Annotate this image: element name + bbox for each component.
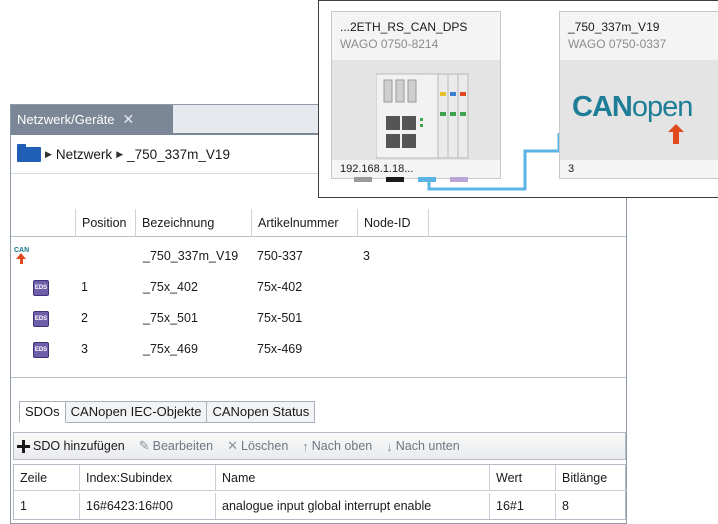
pencil-icon: ✎ xyxy=(138,438,150,453)
cell-position: 3 xyxy=(81,342,88,356)
node-id-label: 3 xyxy=(560,160,718,178)
eds-icon: EDS xyxy=(33,280,49,296)
eds-icon: EDS xyxy=(33,342,49,358)
table-row[interactable]: CAN _750_337m_V19 750-337 3 xyxy=(11,241,626,272)
move-down-button[interactable]: ↓ Nach unten xyxy=(386,439,459,454)
column-header-name[interactable]: Name xyxy=(216,465,490,491)
move-down-label: Nach unten xyxy=(395,439,460,453)
cell-node-id: 3 xyxy=(363,249,370,263)
column-header-index-subindex[interactable]: Index:Subindex xyxy=(80,465,216,491)
cell-artikelnummer: 750-337 xyxy=(257,249,303,263)
add-sdo-button[interactable]: SDO hinzufügen xyxy=(17,439,125,453)
node-header: _750_337m_V19 WAGO 0750-0337 xyxy=(560,12,718,60)
cell-zeile[interactable]: 1 xyxy=(14,493,80,519)
tab-title: Netzwerk/Geräte xyxy=(17,112,115,127)
network-view: ...2ETH_RS_CAN_DPS WAGO 0750-8214 192.16… xyxy=(318,0,718,198)
delete-button[interactable]: ✕ Löschen xyxy=(227,438,288,454)
cell-bezeichnung: _75x_501 xyxy=(143,311,198,325)
logo-open: open xyxy=(631,91,694,123)
delete-icon: ✕ xyxy=(227,438,239,453)
column-header-artikelnummer[interactable]: Artikelnummer xyxy=(251,209,355,237)
table-row[interactable]: EDS 2 _75x_501 75x-501 xyxy=(11,303,626,334)
detail-tabs: SDOs CANopen IEC-Objekte CANopen Status xyxy=(19,401,316,423)
node-name: _750_337m_V19 xyxy=(568,20,660,34)
breadcrumb-current[interactable]: _750_337m_V19 xyxy=(127,147,230,162)
canopen-logo: CANopen xyxy=(572,91,694,123)
move-up-button[interactable]: ↑ Nach oben xyxy=(302,439,372,454)
chevron-right-icon: ▶ xyxy=(45,148,52,159)
column-header-bitlaenge[interactable]: Bitlänge xyxy=(556,465,627,491)
table-row[interactable]: EDS 3 _75x_469 75x-469 xyxy=(11,334,626,365)
network-node-canopen[interactable]: _750_337m_V19 WAGO 0750-0337 CANopen 3 xyxy=(559,11,718,179)
port-indicators xyxy=(354,177,468,182)
sdo-table: Zeile Index:Subindex Name Wert Bitlänge … xyxy=(13,464,627,520)
cell-artikelnummer: 75x-402 xyxy=(257,280,303,294)
divider xyxy=(11,377,626,378)
chevron-right-icon: ▶ xyxy=(116,148,124,159)
cell-bezeichnung: _75x_402 xyxy=(143,280,198,294)
edit-label: Bearbeiten xyxy=(152,439,214,453)
device-table-header: Position Bezeichnung Artikelnummer Node-… xyxy=(11,209,626,237)
cell-wert[interactable]: 16#1 xyxy=(490,493,556,519)
node-model: WAGO 0750-8214 xyxy=(340,37,439,51)
cell-bezeichnung: _75x_469 xyxy=(143,342,198,356)
breadcrumb-root[interactable]: Netzwerk xyxy=(56,147,112,162)
cell-artikelnummer: 75x-501 xyxy=(257,311,303,325)
canopen-device-icon: CAN xyxy=(13,247,33,269)
cell-position: 2 xyxy=(81,311,88,325)
node-ip: 192.168.1.18... xyxy=(332,160,500,178)
cell-position: 1 xyxy=(81,280,88,294)
node-header: ...2ETH_RS_CAN_DPS WAGO 0750-8214 xyxy=(332,12,500,60)
cell-index-subindex[interactable]: 16#6423:16#00 xyxy=(80,493,216,519)
column-header-position[interactable]: Position xyxy=(75,209,133,237)
table-row[interactable]: EDS 1 _75x_402 75x-402 xyxy=(11,272,626,303)
column-header-node-id[interactable]: Node-ID xyxy=(357,209,429,237)
add-sdo-label: SDO hinzufügen xyxy=(33,439,125,453)
logo-can: CAN xyxy=(572,91,633,123)
sdo-toolbar: SDO hinzufügen ✎ Bearbeiten ✕ Löschen ↑ … xyxy=(13,432,626,460)
cell-bitlaenge[interactable]: 8 xyxy=(556,493,627,519)
delete-label: Löschen xyxy=(241,439,289,453)
cell-artikelnummer: 75x-469 xyxy=(257,342,303,356)
cell-name[interactable]: analogue input global interrupt enable xyxy=(216,493,490,519)
breadcrumb: ▶ Netzwerk ▶ _750_337m_V19 xyxy=(17,143,230,165)
column-header-bezeichnung[interactable]: Bezeichnung xyxy=(135,209,249,237)
arrow-down-icon: ↓ xyxy=(386,438,393,454)
move-up-label: Nach oben xyxy=(311,439,373,453)
tab-sdos[interactable]: SDOs xyxy=(19,401,66,423)
tab-canopen-iec-objekte[interactable]: CANopen IEC-Objekte xyxy=(65,401,208,423)
arrow-up-icon: ↑ xyxy=(302,438,309,454)
tab-netzwerk-geraete[interactable]: Netzwerk/Geräte ✕ xyxy=(11,105,173,134)
column-header-wert[interactable]: Wert xyxy=(490,465,556,491)
close-icon[interactable]: ✕ xyxy=(123,111,135,128)
tab-canopen-status[interactable]: CANopen Status xyxy=(207,401,316,423)
column-header-zeile[interactable]: Zeile xyxy=(14,465,80,491)
plus-icon xyxy=(17,439,30,453)
controller-image xyxy=(376,73,469,159)
eds-icon: EDS xyxy=(33,311,49,327)
edit-button[interactable]: ✎ Bearbeiten xyxy=(139,438,213,454)
node-model: WAGO 0750-0337 xyxy=(568,37,667,51)
network-node-plc[interactable]: ...2ETH_RS_CAN_DPS WAGO 0750-8214 192.16… xyxy=(331,11,501,182)
cell-bezeichnung: _750_337m_V19 xyxy=(143,249,239,263)
arrow-up-icon xyxy=(668,124,684,144)
folder-icon xyxy=(17,143,41,162)
node-name: ...2ETH_RS_CAN_DPS xyxy=(340,20,468,34)
